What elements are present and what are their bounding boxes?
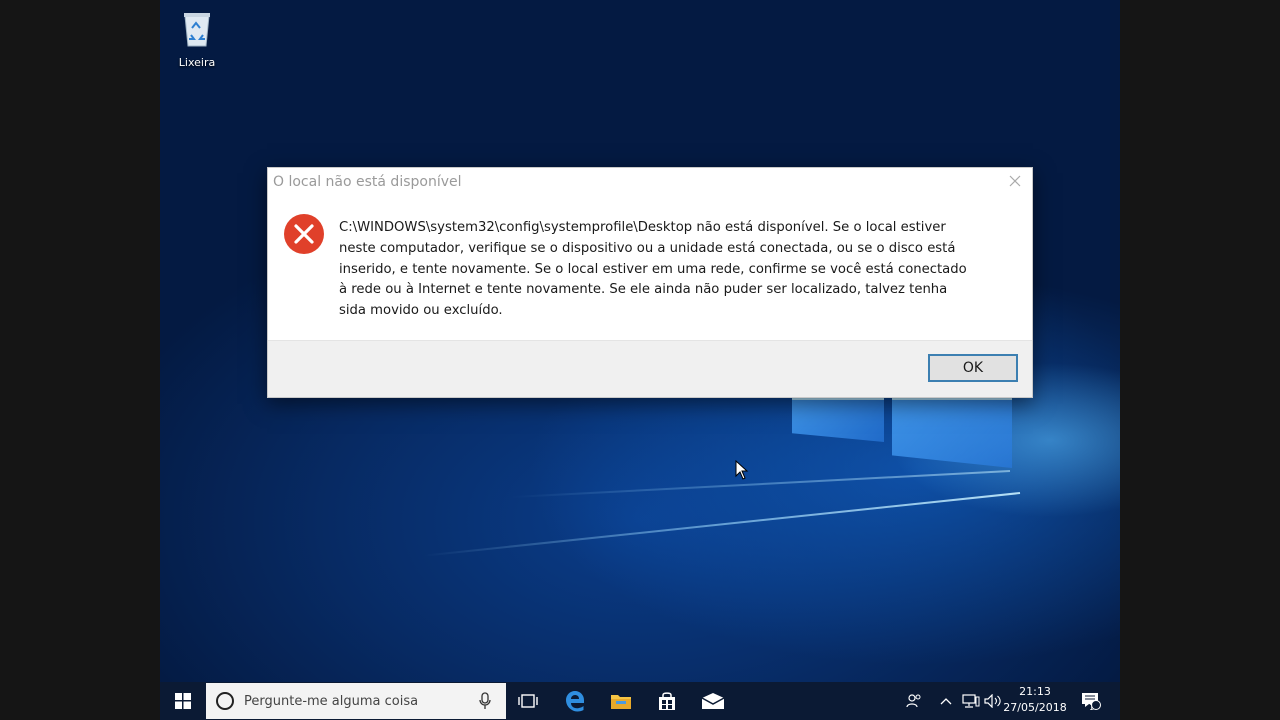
recycle-bin-icon xyxy=(184,13,210,47)
file-explorer-icon xyxy=(611,695,631,709)
dialog-footer: OK xyxy=(268,340,1032,397)
action-center-button[interactable]: 1 xyxy=(1076,682,1106,720)
desktop: Lixeira O local não está disponível C:\W… xyxy=(160,0,1120,720)
cortana-icon xyxy=(216,692,234,710)
volume-button[interactable] xyxy=(982,682,1004,720)
windows-start-icon xyxy=(175,693,191,709)
message-line: sida movido ou excluído. xyxy=(339,303,503,319)
search-placeholder: Pergunte-me alguma coisa xyxy=(244,693,419,709)
desktop-icon-label: Lixeira xyxy=(178,56,216,69)
letterbox-left xyxy=(0,0,160,720)
error-dialog: O local não está disponível C:\WINDOWS\s… xyxy=(267,167,1033,398)
logo-pane xyxy=(792,398,884,442)
store-button[interactable] xyxy=(644,682,690,720)
task-view-icon xyxy=(518,694,538,708)
message-line: inserido, e tente novamente. Se o local … xyxy=(339,261,967,277)
show-hidden-icons-button[interactable] xyxy=(936,682,956,720)
light-beam xyxy=(423,492,1021,557)
store-icon xyxy=(659,692,675,710)
desktop-icon-recycle-bin[interactable]: Lixeira xyxy=(172,8,222,69)
taskbar: Pergunte-me alguma coisa 21:13 27/05/201… xyxy=(160,682,1120,720)
mouse-cursor-icon xyxy=(735,460,749,480)
close-icon[interactable] xyxy=(1006,172,1024,190)
message-line: C:\WINDOWS\system32\config\systemprofile… xyxy=(339,220,946,235)
network-button[interactable] xyxy=(960,682,982,720)
system-clock[interactable]: 21:13 27/05/2018 xyxy=(1003,684,1067,716)
ok-button[interactable]: OK xyxy=(928,354,1018,382)
start-button[interactable] xyxy=(160,682,206,720)
microphone-icon[interactable] xyxy=(478,692,492,710)
task-view-button[interactable] xyxy=(506,682,550,720)
clock-time: 21:13 xyxy=(1019,685,1051,698)
mail-icon xyxy=(701,693,725,709)
volume-icon xyxy=(984,694,1001,708)
notification-count: 1 xyxy=(1089,703,1095,712)
dialog-title: O local não está disponível xyxy=(273,174,462,190)
edge-button[interactable] xyxy=(552,682,598,720)
chevron-up-icon xyxy=(940,698,952,705)
edge-icon xyxy=(566,691,584,712)
message-line: à rede ou à Internet e tente novamente. … xyxy=(339,282,948,298)
dialog-message: C:\WINDOWS\system32\config\systemprofile… xyxy=(339,218,1029,322)
windows-logo-wallpaper xyxy=(792,398,1012,478)
error-icon xyxy=(284,214,324,254)
people-button[interactable] xyxy=(902,682,926,720)
network-icon xyxy=(962,694,980,708)
clock-date: 27/05/2018 xyxy=(1003,701,1067,714)
file-explorer-button[interactable] xyxy=(598,682,644,720)
people-icon xyxy=(906,694,921,708)
letterbox-right xyxy=(1120,0,1280,720)
message-line: neste computador, verifique se o disposi… xyxy=(339,240,956,256)
search-box[interactable]: Pergunte-me alguma coisa xyxy=(206,683,506,719)
mail-button[interactable] xyxy=(690,682,736,720)
logo-pane xyxy=(892,398,1012,468)
